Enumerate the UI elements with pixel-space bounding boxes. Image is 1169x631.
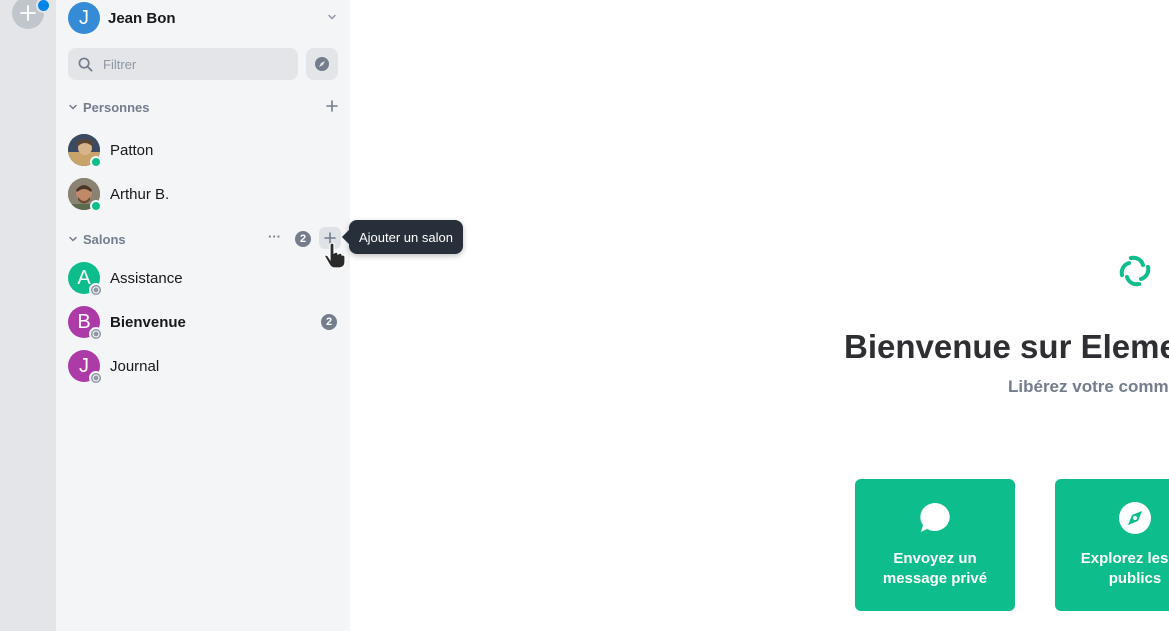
card-label: Envoyez un message privé — [882, 550, 988, 587]
avatar — [68, 178, 102, 212]
room-name: Journal — [110, 357, 160, 375]
room-item-bienvenue[interactable]: B Bienvenue 2 — [68, 304, 338, 341]
compass-icon — [1119, 502, 1151, 534]
online-presence-dot — [90, 200, 102, 212]
welcome-title: Bienvenue sur Elemen — [844, 328, 1169, 365]
chevron-down-icon — [69, 236, 77, 242]
plus-icon — [20, 5, 36, 21]
room-item-patton[interactable]: Patton — [68, 132, 338, 168]
user-name: Jean Bon — [108, 9, 176, 27]
rooms-section-header[interactable]: Salons ··· 2 — [68, 227, 341, 249]
room-item-arthur[interactable]: Arthur B. — [68, 176, 338, 212]
room-name: Arthur B. — [110, 185, 170, 203]
online-presence-dot — [90, 156, 102, 168]
hand-cursor-icon — [324, 243, 346, 269]
room-list-panel: J Jean Bon Personnes — [56, 0, 350, 631]
public-room-icon — [89, 371, 103, 385]
element-logo-icon — [1119, 255, 1151, 287]
notification-dot — [36, 0, 51, 13]
explore-public-rooms-button[interactable]: Explorez les sa publics — [1055, 479, 1169, 611]
public-room-icon — [89, 327, 103, 341]
compass-icon — [315, 57, 329, 71]
room-item-assistance[interactable]: A Assistance — [68, 260, 338, 297]
room-filter[interactable] — [68, 48, 298, 80]
tooltip-text: Ajouter un salon — [359, 229, 453, 245]
rooms-section-label: Salons — [83, 231, 126, 247]
people-section-label: Personnes — [83, 99, 150, 115]
chat-bubble-icon — [920, 503, 950, 532]
card-label: Explorez les sa publics — [1080, 550, 1169, 587]
room-name: Assistance — [110, 269, 183, 287]
search-icon — [78, 57, 93, 71]
space-panel — [0, 0, 56, 631]
avatar: J — [68, 350, 103, 385]
welcome-subtitle: Libérez votre comm — [1008, 377, 1169, 396]
section-options-button[interactable]: ··· — [268, 229, 281, 245]
rooms-unread-badge: 2 — [295, 231, 311, 247]
chevron-down-icon[interactable] — [326, 11, 338, 23]
avatar: B — [68, 306, 103, 341]
send-dm-button[interactable]: Envoyez un message privé — [855, 479, 1015, 611]
public-room-icon — [89, 283, 103, 297]
user-menu[interactable]: J Jean Bon — [68, 2, 338, 34]
avatar: A — [68, 262, 103, 297]
add-room-tooltip: Ajouter un salon — [341, 220, 463, 254]
chevron-down-icon — [69, 104, 77, 110]
user-avatar: J — [68, 2, 100, 34]
room-name: Patton — [110, 141, 154, 159]
add-person-plus-icon[interactable] — [326, 100, 338, 112]
explore-rooms-button[interactable] — [306, 48, 338, 80]
people-section-header[interactable]: Personnes — [68, 97, 338, 117]
avatar — [68, 134, 102, 168]
room-item-journal[interactable]: J Journal — [68, 348, 338, 385]
unread-count-badge: 2 — [321, 314, 337, 330]
room-name: Bienvenue — [110, 313, 186, 331]
filter-input[interactable] — [101, 55, 285, 73]
